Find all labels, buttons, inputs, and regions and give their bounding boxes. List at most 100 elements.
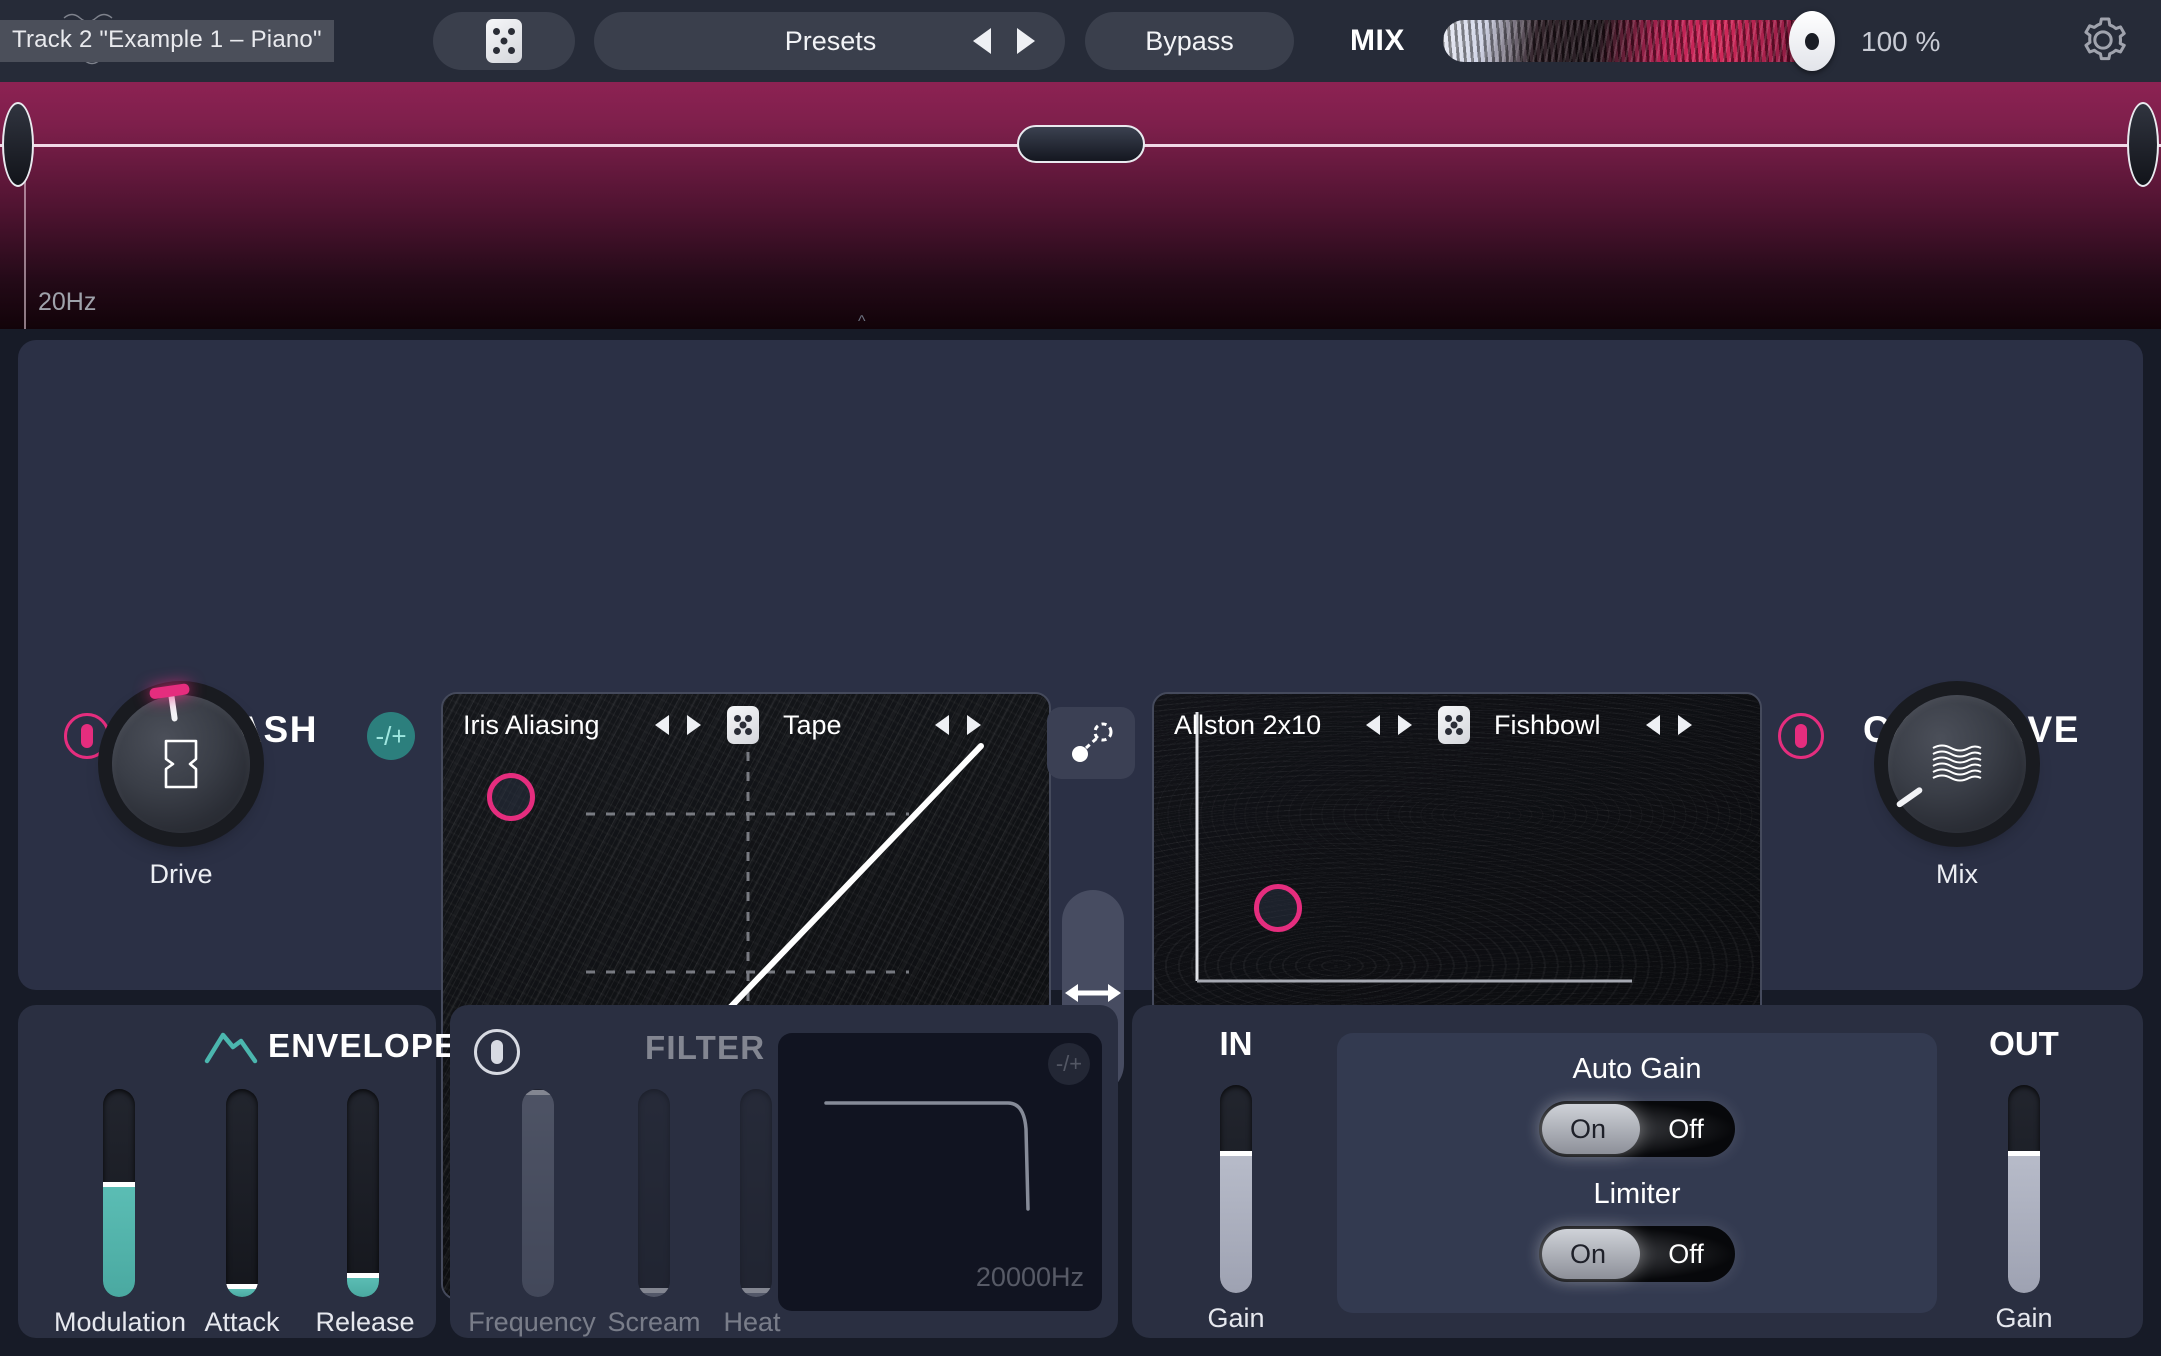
- trash-xy-dot[interactable]: [487, 773, 535, 821]
- input-gain-slider[interactable]: [1220, 1085, 1252, 1293]
- convolve-xy-dot[interactable]: [1254, 884, 1302, 932]
- input-gain-thumb[interactable]: [1220, 1150, 1252, 1156]
- trash-module-dice-button[interactable]: [727, 706, 759, 744]
- modulation-slider-thumb[interactable]: [103, 1181, 135, 1187]
- spectrum-range-left-handle[interactable]: [2, 102, 34, 187]
- presets-next-icon[interactable]: [1017, 28, 1035, 54]
- link-node-icon: [1072, 722, 1113, 762]
- frequency-slider[interactable]: [522, 1089, 554, 1297]
- gain-options-box: Auto Gain On Off Limiter On Off: [1337, 1033, 1937, 1313]
- dice-icon: [1438, 706, 1470, 744]
- scream-slider-thumb[interactable]: [638, 1287, 670, 1293]
- filter-response-graph[interactable]: -/+ 20000Hz: [778, 1033, 1102, 1311]
- convolve-ir-next-icon[interactable]: [1398, 715, 1412, 735]
- convolve-module-dice-button[interactable]: [1438, 706, 1470, 744]
- convolve-ir-prev-icon[interactable]: [1366, 715, 1380, 735]
- scream-slider[interactable]: [638, 1089, 670, 1297]
- dice-icon: [727, 706, 759, 744]
- mix-slider-track: [1443, 20, 1821, 62]
- output-section-label: OUT: [1989, 1025, 2059, 1062]
- modulation-slider[interactable]: [103, 1089, 135, 1297]
- distortion-block-icon: [164, 739, 198, 789]
- top-toolbar: Track 2 "Example 1 – Piano" Presets Bypa…: [0, 0, 2161, 82]
- spectrum-display[interactable]: 20Hz ^: [0, 82, 2161, 331]
- convolve-power-button[interactable]: [1778, 713, 1824, 759]
- envelope-curve-icon: [204, 1032, 258, 1064]
- attack-slider-thumb[interactable]: [226, 1283, 258, 1289]
- envelope-title: ENVELOPE: [268, 1027, 458, 1064]
- trash-pm-label: -/+: [375, 720, 407, 751]
- randomize-button[interactable]: [433, 12, 575, 70]
- bypass-button[interactable]: Bypass: [1085, 12, 1294, 70]
- mix-value-label: 100 %: [1861, 26, 1941, 57]
- spectrum-center-handle[interactable]: [1017, 125, 1145, 163]
- attack-slider-fill: [226, 1288, 258, 1297]
- horizontal-resize-icon: [1065, 983, 1121, 1002]
- dice-icon: [486, 19, 522, 63]
- trash-algorithm-prev-icon[interactable]: [655, 715, 669, 735]
- release-slider-thumb[interactable]: [347, 1273, 379, 1279]
- gear-icon[interactable]: [2075, 12, 2131, 68]
- filter-pm-button[interactable]: -/+: [1048, 1043, 1090, 1085]
- spectrum-low-freq-label: 20Hz: [38, 288, 97, 316]
- mix-slider[interactable]: [1443, 11, 1835, 71]
- output-gain-slider[interactable]: [2008, 1085, 2040, 1293]
- trash-mode-prev-icon[interactable]: [935, 715, 949, 735]
- limiter-toggle[interactable]: On Off: [1539, 1226, 1735, 1282]
- output-gain-thumb[interactable]: [2008, 1150, 2040, 1156]
- filter-cutoff-label: 20000Hz: [975, 1262, 1084, 1292]
- auto-gain-on-option[interactable]: On: [1539, 1114, 1637, 1145]
- spectrum-range-right-handle[interactable]: [2127, 102, 2159, 187]
- convolve-mix-knob[interactable]: [1888, 695, 2026, 833]
- io-panel: IN Gain Auto Gain On Off Limiter On Off …: [1132, 1005, 2143, 1338]
- convolve-space-next-icon[interactable]: [1678, 715, 1692, 735]
- filter-pm-label: -/+: [1055, 1051, 1083, 1076]
- input-gain-fill: [1220, 1155, 1252, 1293]
- drive-label: Drive: [149, 859, 213, 889]
- heat-slider-fill: [740, 1292, 772, 1297]
- auto-gain-off-option[interactable]: Off: [1637, 1114, 1735, 1145]
- release-slider-fill: [347, 1278, 379, 1297]
- drive-knob[interactable]: [112, 691, 250, 833]
- heat-slider[interactable]: [740, 1089, 772, 1297]
- trash-algorithm-next-icon[interactable]: [687, 715, 701, 735]
- presets-control[interactable]: Presets: [594, 12, 1065, 70]
- attack-slider[interactable]: [226, 1089, 258, 1297]
- convolve-ir-name: Allston 2x10: [1174, 709, 1322, 740]
- attack-label: Attack: [204, 1307, 280, 1337]
- convolve-space-name: Fishbowl: [1494, 709, 1601, 740]
- envelope-panel: ENVELOPE Modulation Attack Release: [18, 1005, 456, 1338]
- presets-prev-icon[interactable]: [973, 28, 991, 54]
- mix-slider-thumb[interactable]: [1789, 11, 1835, 71]
- heat-slider-thumb[interactable]: [740, 1287, 772, 1293]
- filter-title: FILTER: [645, 1029, 766, 1066]
- convolve-mix-knob-group: Mix: [1874, 695, 2040, 890]
- release-slider[interactable]: [347, 1089, 379, 1297]
- limiter-off-option[interactable]: Off: [1637, 1239, 1735, 1270]
- filter-power-button[interactable]: [474, 1029, 520, 1075]
- auto-gain-label: Auto Gain: [1572, 1053, 1702, 1085]
- trash-algorithm-name: Iris Aliasing: [463, 709, 600, 740]
- plugin-window: Track 2 "Example 1 – Piano" Presets Bypa…: [0, 0, 2161, 1356]
- trash-pm-button[interactable]: -/+: [367, 712, 415, 760]
- frequency-slider-thumb[interactable]: [522, 1090, 554, 1096]
- bypass-label: Bypass: [1145, 25, 1234, 56]
- convolve-space-prev-icon[interactable]: [1646, 715, 1660, 735]
- trash-mode-next-icon[interactable]: [967, 715, 981, 735]
- frequency-slider-fill: [522, 1095, 554, 1297]
- link-routing-button[interactable]: [1047, 707, 1135, 779]
- limiter-label: Limiter: [1593, 1178, 1681, 1210]
- drive-knob-group: Drive: [98, 683, 264, 890]
- modulation-slider-fill: [103, 1186, 135, 1297]
- output-gain-label: Gain: [1995, 1303, 2053, 1333]
- output-gain-fill: [2008, 1155, 2040, 1293]
- mix-label: MIX: [1350, 24, 1405, 57]
- limiter-on-option[interactable]: On: [1539, 1239, 1637, 1270]
- scream-slider-fill: [638, 1292, 670, 1297]
- spectrum-resize-caret-icon[interactable]: ^: [858, 313, 866, 331]
- release-label: Release: [315, 1307, 415, 1337]
- trash-mode-name: Tape: [783, 709, 842, 740]
- presets-label: Presets: [784, 25, 877, 56]
- heat-label: Heat: [723, 1307, 781, 1337]
- auto-gain-toggle[interactable]: On Off: [1539, 1101, 1735, 1157]
